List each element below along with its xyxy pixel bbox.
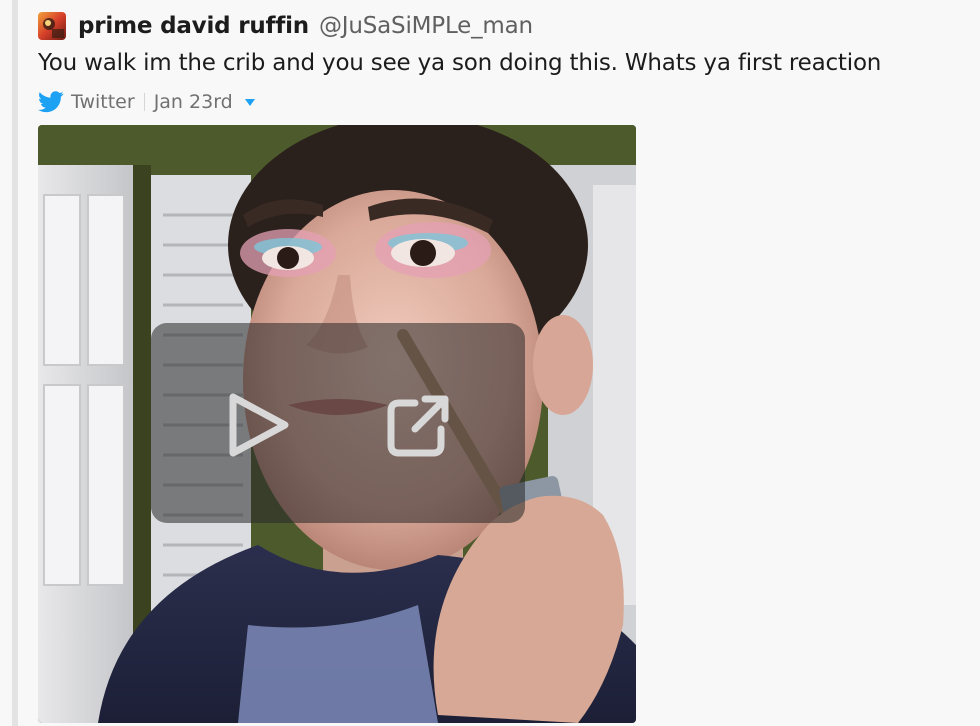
chevron-down-icon[interactable]	[244, 98, 255, 106]
author-name[interactable]: prime david ruffin	[78, 13, 309, 39]
play-icon[interactable]	[227, 391, 291, 459]
tweet-text: You walk im the crib and you see ya son …	[38, 50, 882, 76]
attachment-quote-bar	[12, 0, 18, 726]
meta-divider	[143, 93, 145, 111]
author-handle[interactable]: @JuSaSiMPLe_man	[319, 13, 533, 39]
video-thumbnail[interactable]	[38, 125, 636, 723]
tweet-header: prime david ruffin @JuSaSiMPLe_man	[38, 11, 533, 41]
video-controls-overlay	[151, 323, 525, 523]
author-avatar[interactable]	[38, 12, 66, 40]
message-attachment: prime david ruffin @JuSaSiMPLe_man You w…	[0, 0, 980, 726]
tweet-meta: Twitter Jan 23rd	[38, 89, 255, 115]
tweet-date[interactable]: Jan 23rd	[154, 91, 233, 113]
external-link-icon[interactable]	[385, 393, 451, 459]
tweet-source[interactable]: Twitter	[71, 91, 135, 113]
twitter-bird-icon	[38, 91, 64, 113]
